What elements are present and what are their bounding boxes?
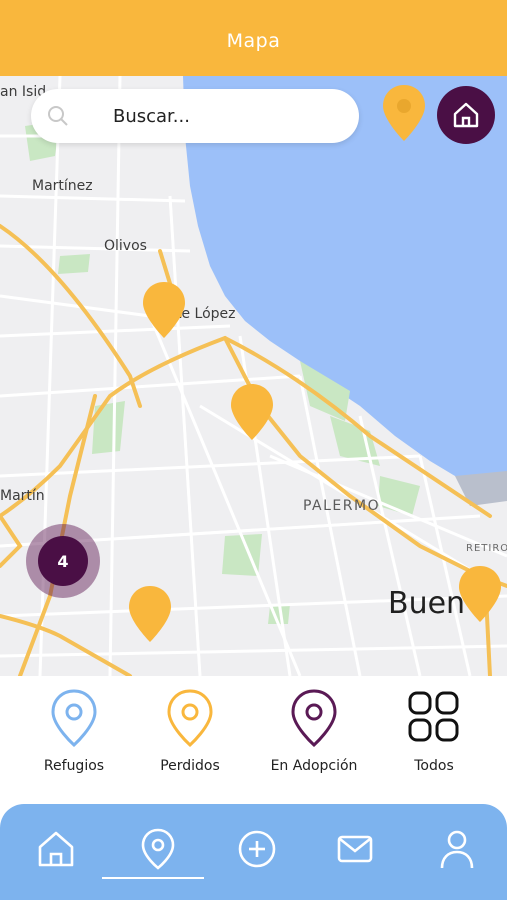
nav-home[interactable] <box>31 824 81 874</box>
map-pin-marker[interactable] <box>126 584 174 644</box>
filter-label: Todos <box>414 758 454 774</box>
app-header: Mapa <box>0 0 507 76</box>
home-icon <box>38 831 74 867</box>
map-cluster-marker[interactable]: 4 <box>26 524 100 598</box>
user-icon <box>440 830 474 869</box>
home-button[interactable] <box>437 86 495 144</box>
location-pin-icon <box>51 689 97 748</box>
map-label-retiro: RETIRO <box>466 543 507 554</box>
nav-map[interactable] <box>133 824 183 874</box>
location-pin-icon <box>141 828 175 870</box>
filter-todos[interactable]: Todos <box>379 688 489 788</box>
map-view[interactable]: an Isid Martínez Olivos te López Martín … <box>0 76 507 676</box>
mail-icon <box>337 835 373 863</box>
map-label-san-martin: Martín <box>0 488 45 504</box>
location-pin-icon <box>167 689 213 748</box>
nav-profile[interactable] <box>432 824 482 874</box>
nav-add[interactable] <box>232 824 282 874</box>
nav-messages[interactable] <box>330 824 380 874</box>
bottom-navigation <box>0 804 507 900</box>
filter-refugios[interactable]: Refugios <box>19 688 129 788</box>
filter-label: En Adopción <box>270 758 358 774</box>
map-label-buenos-aires: Buen <box>388 586 466 621</box>
map-pin-marker[interactable] <box>228 382 276 442</box>
search-bar[interactable] <box>31 89 359 143</box>
home-icon <box>453 102 479 128</box>
location-pin-icon <box>291 689 337 748</box>
cluster-count: 4 <box>38 536 88 586</box>
map-pin-marker[interactable] <box>456 564 504 624</box>
map-label-palermo: PALERMO <box>303 498 381 514</box>
search-input[interactable] <box>113 101 343 131</box>
location-pin-button[interactable] <box>379 82 429 144</box>
plus-circle-icon <box>238 830 276 868</box>
filter-label: Perdidos <box>160 758 220 774</box>
map-label-martinez: Martínez <box>32 178 93 194</box>
filter-en-adopcion[interactable]: En Adopción <box>259 688 369 788</box>
filter-bar: Refugios Perdidos En Adopción Todos <box>0 676 507 804</box>
search-icon <box>48 106 68 126</box>
grid-icon <box>408 691 459 742</box>
map-label-olivos: Olivos <box>104 238 147 254</box>
map-pin-marker[interactable] <box>140 280 188 340</box>
page-title: Mapa <box>226 30 281 52</box>
active-tab-indicator <box>102 877 204 879</box>
filter-perdidos[interactable]: Perdidos <box>135 688 245 788</box>
filter-label: Refugios <box>43 758 105 774</box>
